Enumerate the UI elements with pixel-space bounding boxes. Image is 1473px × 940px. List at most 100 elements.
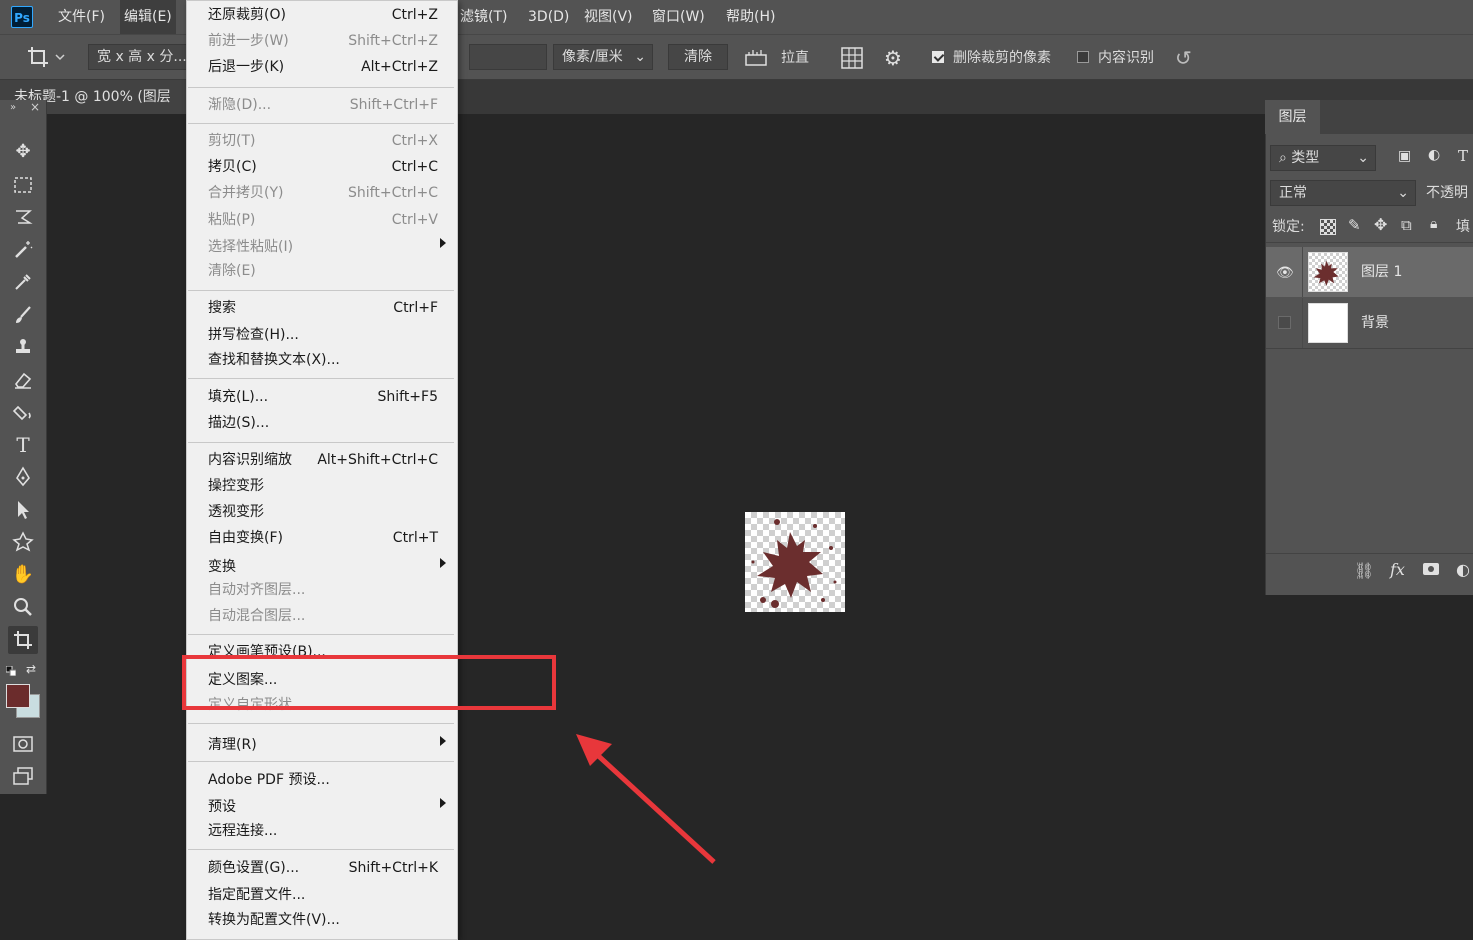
lasso-tool-icon[interactable] [8, 203, 38, 231]
menu-item-puppet-warp[interactable]: 操控变形 [208, 474, 438, 498]
menu-item-undo[interactable]: 还原裁剪(O) Ctrl+Z [208, 3, 438, 27]
hand-tool-icon[interactable]: ✋ [8, 561, 38, 589]
default-colors-icon[interactable] [5, 664, 17, 677]
lock-artboard-icon[interactable]: ⧉ [1401, 216, 1412, 234]
straighten-label[interactable]: 拉直 [781, 47, 809, 67]
menu-item-remote-connections[interactable]: 远程连接... [208, 819, 438, 843]
menu-item-convert-profile[interactable]: 转换为配置文件(V)... [208, 908, 438, 932]
menu-item-step-forward[interactable]: 前进一步(W) Shift+Ctrl+Z [208, 29, 438, 53]
layer-name[interactable]: 背景 [1361, 298, 1389, 348]
lock-all-icon[interactable]: 🔒︎ [1430, 216, 1437, 232]
menu-item-content-aware-scale[interactable]: 内容识别缩放 Alt+Shift+Ctrl+C [208, 448, 438, 472]
brush-tool-icon[interactable] [8, 301, 38, 329]
delete-cropped-checkbox[interactable] [932, 51, 944, 63]
content-aware-checkbox[interactable] [1077, 51, 1089, 63]
tools-panel: » × ✥ T ✋ ⇄ [0, 100, 47, 794]
crop-preset-icon[interactable] [26, 44, 66, 70]
shape-tool-icon[interactable] [8, 528, 38, 556]
chevron-down-icon: ⌄ [1397, 185, 1409, 201]
menu-item-auto-align[interactable]: 自动对齐图层... [208, 578, 438, 602]
crop-tool-icon[interactable] [8, 626, 38, 654]
menu-item-paste[interactable]: 粘贴(P) Ctrl+V [208, 208, 438, 232]
menu-file[interactable]: 文件(F) [58, 0, 105, 34]
adjustment-layer-icon[interactable]: ◐ [1456, 560, 1470, 579]
swap-colors-icon[interactable]: ⇄ [26, 662, 36, 676]
layer-row[interactable]: 👁︎ 图层 1 [1266, 247, 1473, 297]
menu-item-fade[interactable]: 渐隐(D)... Shift+Ctrl+F [208, 93, 438, 117]
path-selection-icon[interactable] [8, 496, 38, 524]
menu-item-perspective-warp[interactable]: 透视变形 [208, 500, 438, 524]
type-tool-icon[interactable]: T [8, 431, 38, 459]
lock-transparency-icon[interactable] [1320, 219, 1336, 235]
crop-ratio-select[interactable]: 宽 x 高 x 分... [88, 44, 188, 70]
menu-view[interactable]: 视图(V) [584, 0, 633, 34]
straighten-icon[interactable] [744, 47, 768, 69]
menu-item-color-settings[interactable]: 颜色设置(G)... Shift+Ctrl+K [208, 856, 438, 880]
quick-mask-icon[interactable] [8, 730, 38, 758]
grid-overlay-icon[interactable] [840, 46, 864, 70]
menu-item-fill[interactable]: 填充(L)... Shift+F5 [208, 385, 438, 409]
image-filter-icon[interactable]: ▣ [1398, 148, 1411, 164]
menu-item-cut[interactable]: 剪切(T) Ctrl+X [208, 129, 438, 153]
fx-icon[interactable]: fx [1390, 560, 1405, 579]
gear-icon[interactable]: ⚙ [884, 47, 908, 71]
foreground-color-swatch[interactable] [6, 684, 30, 708]
resolution-input[interactable] [469, 44, 547, 70]
menu-item-transform[interactable]: 变换 [208, 555, 446, 579]
menu-item-copy-merged[interactable]: 合并拷贝(Y) Shift+Ctrl+C [208, 181, 438, 205]
chevron-down-icon: ⌄ [1357, 150, 1369, 166]
lock-pixels-icon[interactable]: ✎ [1348, 216, 1361, 234]
menu-item-spell-check[interactable]: 拼写检查(H)... [208, 323, 438, 347]
document-canvas[interactable] [745, 512, 845, 612]
unit-select[interactable]: 像素/厘米 ⌄ [553, 44, 653, 70]
collapse-icon[interactable]: » [10, 102, 16, 113]
menu-item-purge[interactable]: 清理(R) [208, 733, 446, 757]
zoom-tool-icon[interactable] [8, 593, 38, 621]
stamp-tool-icon[interactable] [8, 333, 38, 361]
visibility-toggle[interactable] [1278, 316, 1291, 329]
menu-separator [188, 849, 454, 850]
menu-item-assign-profile[interactable]: 指定配置文件... [208, 883, 438, 907]
menu-window[interactable]: 窗口(W) [652, 0, 705, 34]
eyedropper-icon[interactable] [8, 268, 38, 296]
lock-position-icon[interactable]: ✥ [1374, 215, 1387, 234]
layer-filter-select[interactable]: ⌕ 类型 ⌄ [1270, 145, 1376, 171]
chevron-down-icon: ⌄ [634, 49, 646, 65]
menu-edit[interactable]: 编辑(E) [120, 0, 176, 34]
layer-name[interactable]: 图层 1 [1361, 247, 1402, 297]
mask-icon[interactable] [1423, 563, 1439, 575]
menu-item-search[interactable]: 搜索 Ctrl+F [208, 296, 438, 320]
menu-item-stroke[interactable]: 描边(S)... [208, 411, 438, 435]
menu-item-copy[interactable]: 拷贝(C) Ctrl+C [208, 155, 438, 179]
close-icon[interactable]: × [30, 100, 40, 114]
layer-thumbnail[interactable] [1308, 303, 1348, 343]
pen-tool-icon[interactable] [8, 463, 38, 491]
type-filter-icon[interactable]: T [1458, 147, 1468, 165]
blend-mode-select[interactable]: 正常 ⌄ [1270, 180, 1416, 206]
menu-filter[interactable]: 滤镜(T) [460, 0, 507, 34]
menu-item-auto-blend[interactable]: 自动混合图层... [208, 604, 438, 628]
layer-row[interactable]: 背景 [1266, 298, 1473, 348]
menu-item-find-replace[interactable]: 查找和替换文本(X)... [208, 348, 438, 372]
menu-item-presets[interactable]: 预设 [208, 795, 446, 819]
adjustment-filter-icon[interactable]: ◐ [1428, 147, 1440, 163]
menu-item-pdf-presets[interactable]: Adobe PDF 预设... [208, 768, 438, 792]
menu-item-clear[interactable]: 清除(E) [208, 259, 438, 283]
layers-tab[interactable]: 图层 [1265, 100, 1320, 134]
menu-item-step-backward[interactable]: 后退一步(K) Alt+Ctrl+Z [208, 55, 438, 79]
paint-bucket-icon[interactable] [8, 398, 38, 426]
move-tool-icon[interactable]: ✥ [8, 138, 38, 166]
clear-button[interactable]: 清除 [668, 44, 728, 70]
eraser-tool-icon[interactable] [8, 366, 38, 394]
menu-help[interactable]: 帮助(H) [726, 0, 775, 34]
magic-wand-icon[interactable] [8, 236, 38, 264]
link-icon[interactable]: ⛓︎ [1354, 561, 1374, 580]
reset-icon[interactable]: ↺ [1175, 47, 1199, 69]
layer-thumbnail[interactable] [1308, 252, 1348, 292]
menu-3d[interactable]: 3D(D) [528, 0, 569, 34]
menu-item-free-transform[interactable]: 自由变换(F) Ctrl+T [208, 526, 438, 550]
eye-icon[interactable]: 👁︎ [1276, 265, 1294, 281]
screen-mode-icon[interactable] [8, 762, 38, 790]
marquee-tool-icon[interactable] [8, 171, 38, 199]
menu-item-paste-special[interactable]: 选择性粘贴(I) [208, 235, 446, 259]
